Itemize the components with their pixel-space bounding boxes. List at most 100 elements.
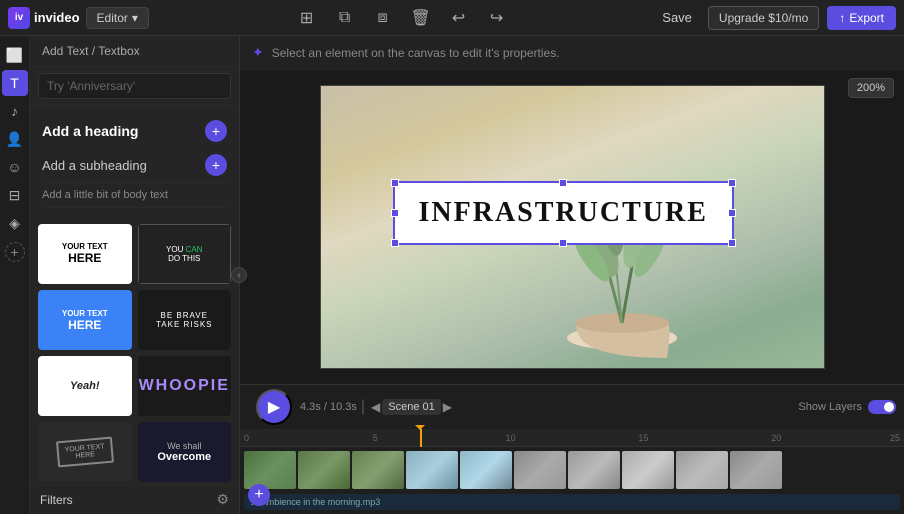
toggle-knob (884, 402, 894, 412)
delete-icon-btn[interactable]: 🗑 (407, 4, 435, 32)
resize-handle-bm[interactable] (559, 239, 567, 247)
hint-text: Select an element on the canvas to edit … (272, 46, 560, 60)
next-scene-button[interactable]: ▶ (441, 400, 454, 414)
play-button[interactable]: ▶ (256, 389, 292, 425)
playhead (420, 429, 422, 447)
grid-icon-btn[interactable]: ⊞ (293, 4, 321, 32)
main-area: ⬜ T ♪ 👤 ☺ ⊟ ◈ + Add Text / Textbox Add a… (0, 36, 904, 514)
redo-icon-btn[interactable]: ↪ (483, 4, 511, 32)
invideo-logo: iv invideo (8, 7, 80, 29)
video-clip-2[interactable] (298, 451, 350, 489)
filter-icon[interactable]: ⚙ (216, 491, 229, 508)
filters-label: Filters (40, 493, 73, 507)
video-clip-6[interactable] (514, 451, 566, 489)
video-clip-8[interactable] (622, 451, 674, 489)
timeline: ▶ 4.3s / 10.3s | ◀ Scene 01 ▶ Show Layer… (240, 384, 904, 514)
sidebar-icon-brand[interactable]: ◈ (2, 210, 28, 236)
plant-svg (522, 128, 722, 368)
ruler-mark-20: 20 (771, 433, 781, 443)
undo-icon-btn[interactable]: ↩ (445, 4, 473, 32)
logo-icon: iv (8, 7, 30, 29)
prev-scene-button[interactable]: ◀ (369, 400, 382, 414)
export-label: Export (849, 11, 884, 25)
save-button[interactable]: Save (654, 6, 700, 29)
heading-label: Add a heading (42, 123, 138, 139)
timeline-ruler: 0 5 10 15 20 25 (240, 429, 904, 447)
body-text-label: Add a little bit of body text (42, 189, 168, 201)
resize-handle-lm[interactable] (391, 209, 399, 217)
tracks-content: ♫ Ambience in the morning.mp3 + (240, 447, 904, 514)
video-clip-5[interactable] (460, 451, 512, 489)
audio-track: ♫ Ambience in the morning.mp3 (244, 494, 900, 510)
copy-icon-btn[interactable]: ⧉ (331, 4, 359, 32)
panel-collapse-button[interactable]: ‹ (231, 267, 247, 283)
search-input[interactable] (38, 73, 231, 99)
zoom-label: 200% (848, 78, 894, 98)
sidebar-icon-emoji[interactable]: ☺ (2, 154, 28, 180)
video-clip-10[interactable] (730, 451, 782, 489)
text-overlay-box[interactable]: INFRASTRUCTURE (393, 181, 734, 245)
video-track (244, 451, 900, 490)
video-clip-9[interactable] (676, 451, 728, 489)
template-yourtext-white[interactable]: YOUR TEXT HERE (38, 224, 132, 284)
body-text-row: Add a little bit of body text (42, 183, 227, 208)
upgrade-button[interactable]: Upgrade $10/mo (708, 6, 819, 30)
show-layers-toggle[interactable] (868, 400, 896, 414)
sidebar-icon-add[interactable]: + (5, 242, 25, 262)
resize-handle-tr[interactable] (728, 179, 736, 187)
canvas-frame: INFRASTRUCTURE (320, 85, 825, 369)
ruler-mark-0: 0 (244, 433, 249, 443)
editor-label: Editor (97, 11, 128, 25)
subheading-label: Add a subheading (42, 158, 147, 173)
add-subheading-button[interactable]: + (205, 154, 227, 176)
video-clip-3[interactable] (352, 451, 404, 489)
topbar-right: Save Upgrade $10/mo ↑ Export (654, 6, 896, 30)
video-clip-7[interactable] (568, 451, 620, 489)
template-stamp[interactable]: YOUR TEXT HERE (38, 422, 132, 482)
video-clip-4[interactable] (406, 451, 458, 489)
text-options: Add a heading + Add a subheading + Add a… (30, 106, 239, 216)
time-display: 4.3s / 10.3s (300, 401, 357, 413)
add-heading-button[interactable]: + (205, 120, 227, 142)
export-button[interactable]: ↑ Export (827, 6, 896, 30)
text-templates-grid: YOUR TEXT HERE YOU CAN DO THIS YOUR TEXT… (30, 216, 239, 484)
panel-search-area (30, 67, 239, 106)
chevron-down-icon: ▾ (132, 11, 138, 25)
sidebar-icon-music[interactable]: ♪ (2, 98, 28, 124)
topbar-left: iv invideo Editor ▾ (8, 7, 149, 29)
heading-row: Add a heading + (42, 114, 227, 148)
ruler-mark-15: 15 (638, 433, 648, 443)
layers-icon-btn[interactable]: ⧈ (369, 4, 397, 32)
resize-handle-tl[interactable] (391, 179, 399, 187)
sidebar-icons: ⬜ T ♪ 👤 ☺ ⊟ ◈ + (0, 36, 30, 514)
panel-breadcrumb: Add Text / Textbox (30, 36, 239, 67)
resize-handle-br[interactable] (728, 239, 736, 247)
sidebar-icon-person[interactable]: 👤 (2, 126, 28, 152)
sidebar-icon-text[interactable]: T (2, 70, 28, 96)
template-whoopie[interactable]: WHOOPIE (138, 356, 232, 416)
template-bebrave[interactable]: BE BRAVE TAKE RISKS (138, 290, 232, 350)
template-yeah[interactable]: Yeah! (38, 356, 132, 416)
template-yourtext-blue[interactable]: YOUR TEXT HERE (38, 290, 132, 350)
show-layers-label: Show Layers (798, 401, 862, 413)
template-weovercame[interactable]: We shall Overcome (138, 422, 232, 482)
hint-icon: ✦ (252, 44, 264, 61)
canvas-area: ✦ Select an element on the canvas to edi… (240, 36, 904, 514)
resize-handle-rm[interactable] (728, 209, 736, 217)
topbar: iv invideo Editor ▾ ⊞ ⧉ ⧈ 🗑 ↩ ↪ Save Upg… (0, 0, 904, 36)
audio-label: Ambience in the morning.mp3 (261, 497, 381, 507)
show-layers-row: Show Layers (798, 400, 896, 414)
editor-button[interactable]: Editor ▾ (86, 7, 149, 29)
sidebar-icon-layers[interactable]: ⊟ (2, 182, 28, 208)
template-youcan[interactable]: YOU CAN DO THIS (138, 224, 232, 284)
sidebar-icon-media[interactable]: ⬜ (2, 42, 28, 68)
logo-text: invideo (34, 10, 80, 25)
canvas-hint-bar: ✦ Select an element on the canvas to edi… (240, 36, 904, 70)
resize-handle-tm[interactable] (559, 179, 567, 187)
canvas-wrapper: 200% (240, 70, 904, 384)
topbar-center: ⊞ ⧉ ⧈ 🗑 ↩ ↪ (293, 4, 511, 32)
video-clip-1[interactable] (244, 451, 296, 489)
overlay-text: INFRASTRUCTURE (419, 197, 708, 228)
resize-handle-bl[interactable] (391, 239, 399, 247)
add-track-button[interactable]: + (248, 484, 270, 506)
